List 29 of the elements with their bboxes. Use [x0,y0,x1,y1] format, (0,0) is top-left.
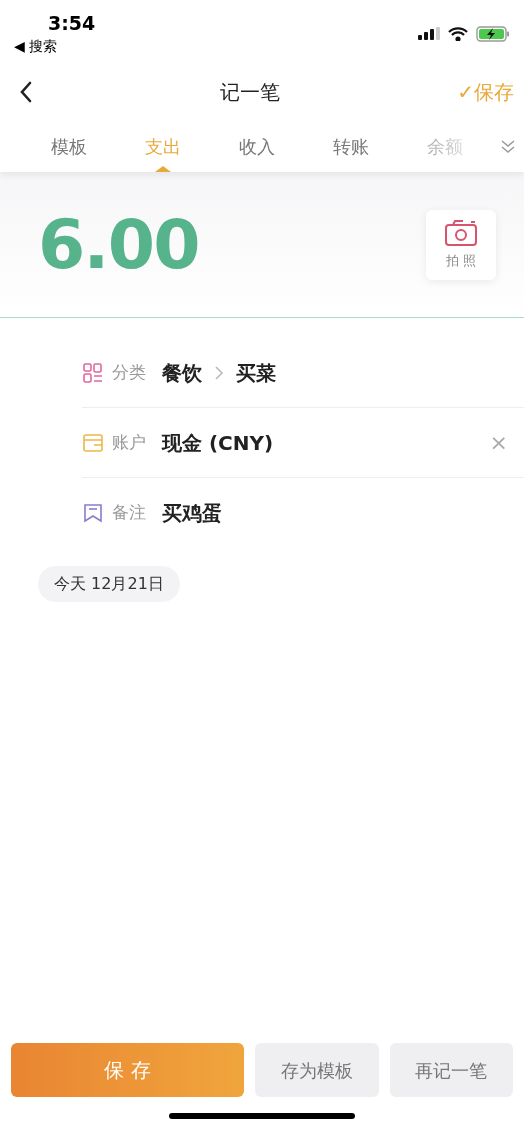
subcategory-value[interactable]: 买菜 [236,357,276,388]
secondary-button[interactable]: 再记一笔 [389,1043,513,1097]
wifi-icon [448,27,468,41]
signal-icon [418,27,440,41]
date-chip[interactable]: 今天 12月21日 [38,566,180,602]
tab[interactable]: 转账 [304,120,398,172]
field-label: 账户 [112,430,146,454]
bookmark-icon [82,502,104,524]
grid-icon [82,361,104,384]
tab[interactable]: 模板 [22,120,116,172]
battery-charging-icon [476,26,510,42]
back-to-app-link[interactable]: ◀ 搜索 [14,35,96,57]
camera-icon [444,218,478,247]
save-button[interactable]: 保 存 [11,1043,244,1097]
field-label: 分类 [112,360,146,384]
tab[interactable]: 收入 [210,120,304,172]
chevron-right-icon [214,364,224,381]
wallet-icon [82,431,104,454]
back-icon [19,81,33,103]
page-title: 记一笔 [219,79,280,106]
amount-display[interactable]: 6.00 [38,210,199,279]
field-value[interactable]: 现金 (CNY) [162,427,274,458]
field-value[interactable]: 餐饮 [162,357,202,388]
field-value[interactable]: 买鸡蛋 [162,498,222,528]
status-time: 3:54 [48,12,96,36]
photo-button[interactable]: 拍 照 [426,209,496,280]
field-label: 备注 [112,501,146,525]
secondary-button[interactable]: 存为模板 [255,1043,379,1097]
double-chevron-down-icon [500,138,516,154]
